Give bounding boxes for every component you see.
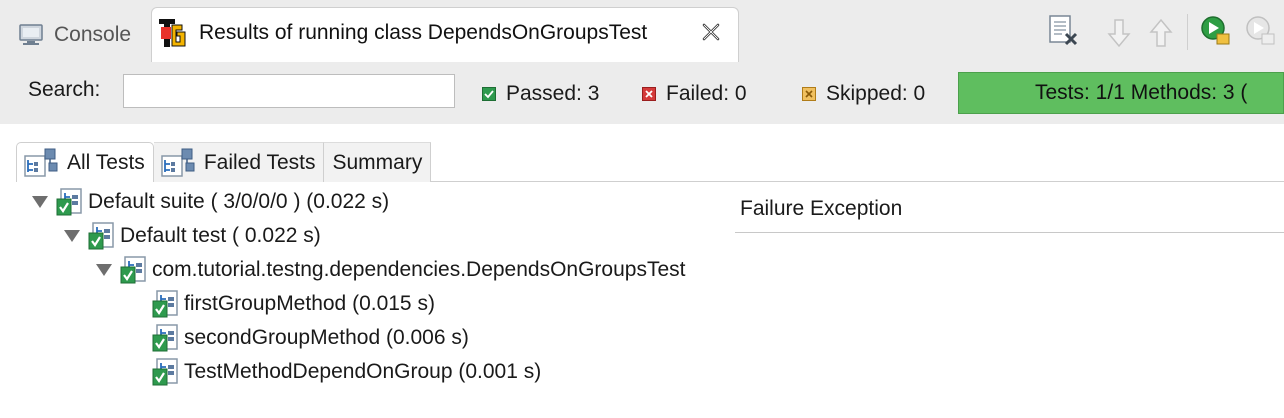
tab-testng-results[interactable]: Results of running class DependsOnGroups…: [151, 7, 739, 62]
tree-node-class[interactable]: com.tutorial.testng.dependencies.Depends…: [96, 255, 685, 285]
failed-counter: Failed: 0: [642, 82, 747, 106]
previous-failure-icon[interactable]: [1144, 16, 1178, 50]
skipped-counter: Skipped: 0: [802, 82, 925, 106]
tab-summary[interactable]: Summary: [324, 142, 432, 182]
tree-node-suite[interactable]: Default suite ( 3/0/0/0 ) (0.022 s): [32, 187, 389, 217]
failed-icon: [642, 87, 656, 101]
testng-icon: [159, 19, 186, 47]
clear-results-icon[interactable]: [1046, 14, 1080, 48]
passed-test-icon: [88, 222, 114, 250]
search-label: Search:: [28, 78, 101, 101]
expanded-chevron-icon[interactable]: [32, 196, 48, 208]
rerun-failed-icon[interactable]: [1244, 14, 1278, 48]
failed-label: Failed: 0: [666, 82, 747, 105]
search-input[interactable]: [123, 74, 455, 108]
passed-counter: Passed: 3: [482, 82, 599, 106]
passed-method-icon: [152, 358, 178, 386]
rerun-icon[interactable]: [1199, 14, 1233, 48]
console-icon: [19, 24, 43, 45]
passed-class-icon: [120, 256, 146, 284]
tree-node-method[interactable]: secondGroupMethod (0.006 s): [152, 323, 469, 353]
passed-method-icon: [152, 290, 178, 318]
tree-node-label: Default suite ( 3/0/0/0 ) (0.022 s): [88, 190, 390, 213]
expanded-chevron-icon[interactable]: [64, 230, 80, 242]
skipped-icon: [802, 87, 816, 101]
tab-all-tests[interactable]: All Tests: [16, 142, 154, 182]
failure-exception-title: Failure Exception: [740, 197, 903, 220]
tab-all-tests-label: All Tests: [67, 150, 145, 174]
test-tree: Default suite ( 3/0/0/0 ) (0.022 s) Defa…: [0, 182, 730, 418]
passed-method-icon: [152, 324, 178, 352]
tab-failed-tests-label: Failed Tests: [203, 150, 316, 174]
tree-node-label: secondGroupMethod (0.006 s): [184, 326, 469, 349]
skipped-label: Skipped: 0: [826, 82, 926, 105]
tab-results-label: Results of running class DependsOnGroups…: [199, 21, 648, 44]
tree-node-method[interactable]: TestMethodDependOnGroup (0.001 s): [152, 357, 541, 387]
close-icon[interactable]: [700, 21, 722, 43]
passed-label: Passed: 3: [506, 82, 600, 105]
tree-node-label: Default test ( 0.022 s): [120, 224, 321, 247]
test-hierarchy-icon: [161, 148, 195, 177]
tree-node-label: TestMethodDependOnGroup (0.001 s): [184, 360, 542, 383]
tab-failed-tests[interactable]: Failed Tests: [153, 142, 325, 182]
test-hierarchy-icon: [24, 148, 58, 177]
tree-node-label: com.tutorial.testng.dependencies.Depends…: [152, 258, 686, 281]
progress-bar: Tests: 1/1 Methods: 3 (: [958, 72, 1284, 114]
progress-text: Tests: 1/1 Methods: 3 (: [1035, 81, 1248, 104]
failure-panel-divider: [735, 232, 1284, 233]
toolbar-separator: [1187, 14, 1188, 50]
tree-node-label: firstGroupMethod (0.015 s): [184, 292, 435, 315]
tab-console-label: Console: [54, 23, 132, 46]
tree-node-test[interactable]: Default test ( 0.022 s): [64, 221, 321, 251]
expanded-chevron-icon[interactable]: [96, 264, 112, 276]
tree-node-method[interactable]: firstGroupMethod (0.015 s): [152, 289, 435, 319]
next-failure-icon[interactable]: [1102, 16, 1136, 50]
tab-summary-label: Summary: [332, 150, 423, 174]
passed-suite-icon: [56, 188, 82, 216]
passed-icon: [482, 87, 496, 101]
results-subtabs: All Tests Failed Tests Summary: [16, 142, 432, 182]
tab-console[interactable]: Console: [18, 20, 131, 50]
